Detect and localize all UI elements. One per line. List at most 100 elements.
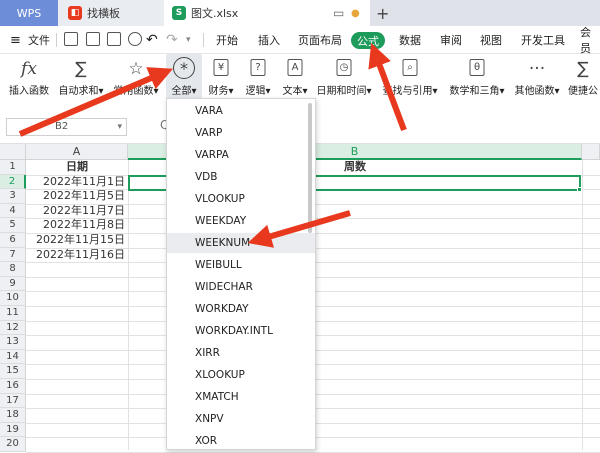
more-dots-icon: ··· (528, 59, 546, 79)
function-item-weeknum[interactable]: WEEKNUM (167, 233, 315, 253)
ribbon-label: 查找与引用▾ (382, 86, 438, 97)
menu-start[interactable]: 开始 (216, 26, 238, 54)
redo-icon[interactable]: ↷ (166, 26, 178, 54)
ribbon-label: 其他函数▾ (514, 86, 560, 97)
function-item[interactable]: VLOOKUP (167, 189, 315, 209)
row-header[interactable]: 10 (0, 291, 26, 306)
print-icon[interactable] (107, 32, 121, 46)
cell-a1[interactable]: 日期 (26, 160, 128, 175)
row-header[interactable]: 2 (0, 174, 26, 190)
dropdown-scrollbar[interactable] (308, 103, 312, 233)
function-item[interactable]: WORKDAY.INTL (167, 321, 315, 341)
tab-doc-label: 找横板 (87, 7, 120, 20)
row-header[interactable]: 11 (0, 306, 26, 321)
function-item[interactable]: VDB (167, 167, 315, 187)
menu-insert[interactable]: 插入 (258, 26, 280, 54)
menu-developer[interactable]: 开发工具 (521, 26, 565, 54)
row-header[interactable]: 4 (0, 203, 26, 219)
magnifier-icon: ⌕ (402, 59, 418, 76)
other-functions-button[interactable]: ··· 其他函数▾ (510, 54, 564, 100)
menu-data[interactable]: 数据 (399, 26, 421, 54)
row-header[interactable]: 17 (0, 393, 26, 409)
function-item[interactable]: XNPV (167, 409, 315, 429)
cell-a2[interactable]: 2022年11月1日 (26, 175, 128, 190)
menu-review[interactable]: 审阅 (440, 26, 462, 54)
row-header[interactable]: 8 (0, 262, 26, 277)
monitor-icon[interactable]: ▭ (333, 0, 344, 26)
row-header[interactable]: 12 (0, 320, 26, 336)
function-item[interactable]: VARA (167, 101, 315, 121)
all-functions-button[interactable]: * 全部▾ (166, 54, 202, 100)
ribbon-label: 数学和三角▾ (449, 86, 505, 97)
menu-view[interactable]: 视图 (480, 26, 502, 54)
common-functions-button[interactable]: ☆ 常用函数▾ (110, 54, 162, 100)
fill-handle[interactable] (577, 187, 582, 192)
math-trig-button[interactable]: θ 数学和三角▾ (446, 54, 508, 100)
hamburger-icon[interactable]: ≡ (10, 26, 21, 54)
menu-member[interactable]: 会员 (580, 26, 600, 55)
row-header[interactable]: 6 (0, 233, 26, 248)
ribbon-label: 便捷公 (568, 86, 598, 97)
quick-formula-button[interactable]: ∑ 便捷公 (566, 54, 600, 100)
row-header[interactable]: 15 (0, 364, 26, 379)
row-header[interactable]: 3 (0, 189, 26, 204)
more-chevron-icon[interactable]: ▾ (186, 26, 191, 54)
menu-formula[interactable]: 公式 (351, 32, 385, 49)
datetime-button[interactable]: ◷ 日期和时间▾ (314, 54, 374, 100)
preview-icon[interactable] (128, 32, 142, 46)
function-item[interactable]: WIDECHAR (167, 277, 315, 297)
function-item[interactable]: WEEKDAY (167, 211, 315, 231)
tab-doc[interactable]: ◧ 找横板 (58, 0, 164, 26)
lookup-button[interactable]: ⌕ 查找与引用▾ (378, 54, 442, 100)
row-header[interactable]: 13 (0, 335, 26, 350)
row-header[interactable]: 1 (0, 160, 26, 175)
ribbon-label: 逻辑▾ (245, 86, 271, 97)
save-icon[interactable] (64, 32, 78, 46)
logic-button[interactable]: ? 逻辑▾ (240, 54, 276, 100)
row-header[interactable]: 18 (0, 408, 26, 423)
function-item[interactable]: XLOOKUP (167, 365, 315, 385)
cell-a3[interactable]: 2022年11月5日 (26, 189, 128, 204)
finance-button[interactable]: ¥ 财务▾ (203, 54, 239, 100)
autosum-button[interactable]: ∑ 自动求和▾ (56, 54, 106, 100)
text-button[interactable]: A 文本▾ (277, 54, 313, 100)
cell-a4[interactable]: 2022年11月7日 (26, 204, 128, 219)
ribbon-label: 常用函数▾ (113, 86, 159, 97)
function-item[interactable]: VARP (167, 123, 315, 143)
question-icon: ? (250, 59, 266, 76)
select-all-corner[interactable] (0, 144, 26, 160)
yen-icon: ¥ (213, 59, 229, 76)
export-icon[interactable] (86, 32, 100, 46)
row-header[interactable]: 7 (0, 247, 26, 263)
column-header-a[interactable]: A (26, 144, 128, 160)
cell-a5[interactable]: 2022年11月8日 (26, 218, 128, 233)
function-item[interactable]: WEIBULL (167, 255, 315, 275)
new-tab-button[interactable]: + (376, 0, 389, 26)
column-header-c[interactable] (582, 144, 600, 160)
menu-bar: ≡ 文件 ↶ ↷ ▾ 开始 插入 页面布局 数据 审阅 视图 开发工具 会员 (0, 26, 600, 55)
menu-file[interactable]: 文件 (28, 26, 50, 54)
function-item[interactable]: WORKDAY (167, 299, 315, 319)
cell-a6[interactable]: 2022年11月15日 (26, 233, 128, 248)
tab-bar: WPS ◧ 找横板 S 图文.xlsx ▭ ● + (0, 0, 600, 26)
undo-icon[interactable]: ↶ (146, 26, 158, 54)
row-header[interactable]: 16 (0, 379, 26, 394)
row-header[interactable]: 9 (0, 276, 26, 292)
insert-function-button[interactable]: fx 插入函数 (4, 54, 54, 100)
function-item[interactable]: XOR (167, 431, 315, 449)
row-header[interactable]: 19 (0, 422, 26, 438)
ribbon-label: 文本▾ (282, 86, 308, 97)
function-dropdown[interactable]: VARA VARP VARPA VDB VLOOKUP WEEKDAY WEEK… (166, 98, 316, 450)
tab-wps[interactable]: WPS (0, 0, 58, 26)
row-header[interactable]: 14 (0, 349, 26, 365)
function-item[interactable]: VARPA (167, 145, 315, 165)
function-item[interactable]: XIRR (167, 343, 315, 363)
name-box[interactable]: B2 (6, 118, 127, 136)
menu-page-layout[interactable]: 页面布局 (298, 26, 342, 54)
cell-a7[interactable]: 2022年11月16日 (26, 248, 128, 263)
function-item[interactable]: XMATCH (167, 387, 315, 407)
doc-app-icon: ◧ (68, 6, 82, 20)
divider (56, 33, 57, 47)
row-header[interactable]: 5 (0, 218, 26, 233)
ribbon: fx 插入函数 ∑ 自动求和▾ ☆ 常用函数▾ * 全部▾ ¥ 财务▾ ? 逻辑… (0, 54, 600, 100)
